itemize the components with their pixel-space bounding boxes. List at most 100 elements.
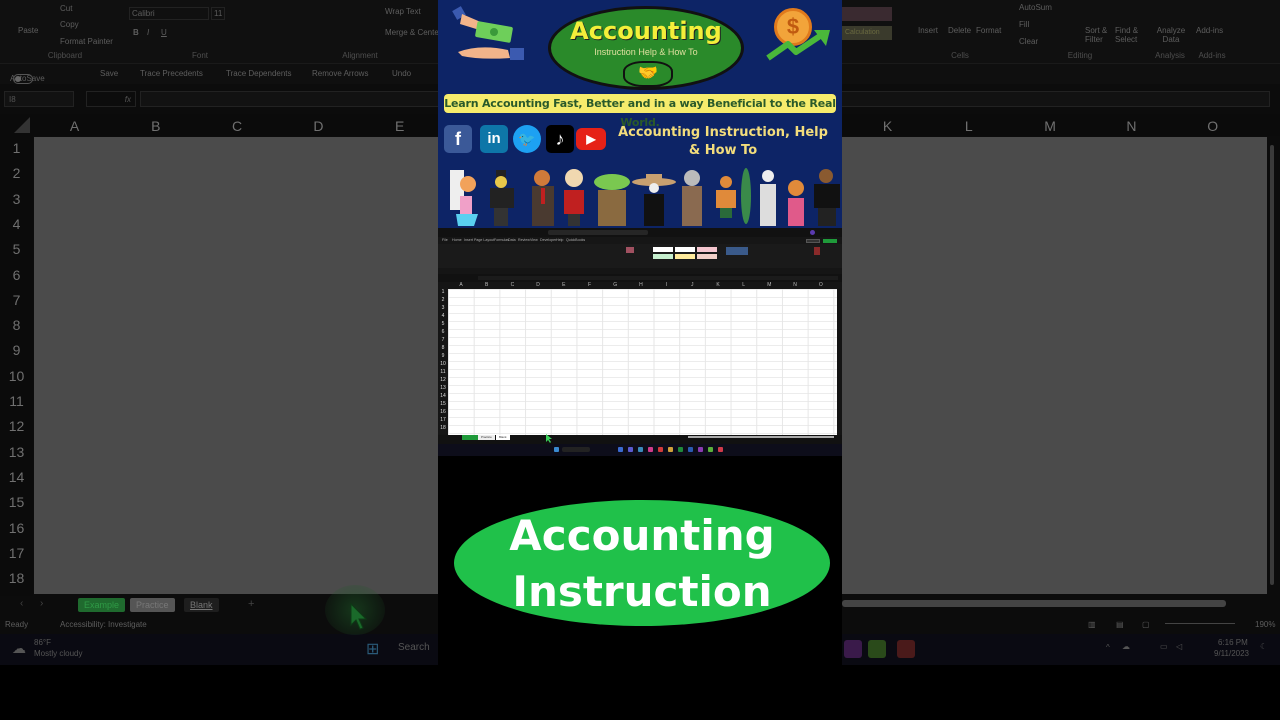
mini-row-header-15[interactable]: 15 [438, 401, 448, 407]
mini-column-header-b[interactable]: B [474, 282, 500, 288]
windows-start-icon[interactable]: ⊞ [366, 639, 379, 659]
row-header-8[interactable]: 8 [0, 317, 33, 333]
mini-column-header-k[interactable]: K [705, 282, 731, 288]
column-header-d[interactable]: D [278, 118, 359, 134]
format-button[interactable]: Format [976, 26, 1001, 35]
mini-style-calculation[interactable] [697, 254, 717, 259]
mini-row-header-17[interactable]: 17 [438, 417, 448, 423]
mini-menu-formulas[interactable]: Formulas [494, 238, 509, 242]
zoom-level[interactable]: 190% [1255, 620, 1275, 629]
row-header-11[interactable]: 11 [0, 393, 33, 409]
mini-row-header-5[interactable]: 5 [438, 321, 448, 327]
addins-button[interactable]: Add-ins [1196, 26, 1223, 35]
normal-view-icon[interactable]: ▥ [1088, 620, 1096, 629]
style-calculation-swatch[interactable]: Calculation [842, 26, 892, 40]
copy-button[interactable]: Copy [60, 20, 79, 29]
mini-column-header-l[interactable]: L [731, 282, 757, 288]
page-break-view-icon[interactable]: ▢ [1142, 620, 1150, 629]
tray-chevron-icon[interactable]: ^ [1106, 643, 1110, 652]
row-header-15[interactable]: 15 [0, 494, 33, 510]
mini-menu-home[interactable]: Home [452, 238, 462, 242]
tiktok-icon[interactable]: ♪ [546, 125, 574, 153]
twitter-icon[interactable]: 🐦 [513, 125, 541, 153]
delete-button[interactable]: Delete [948, 26, 971, 35]
accessibility-status[interactable]: Accessibility: Investigate [60, 620, 147, 629]
row-header-3[interactable]: 3 [0, 191, 33, 207]
mini-comments-button[interactable] [806, 239, 820, 243]
cut-button[interactable]: Cut [60, 4, 72, 13]
mini-style-bad[interactable] [697, 247, 717, 252]
mini-row-header-1[interactable]: 1 [438, 289, 448, 295]
select-all-corner[interactable] [14, 117, 30, 133]
mini-column-header-h[interactable]: H [628, 282, 654, 288]
mini-row-header-7[interactable]: 7 [438, 337, 448, 343]
mini-column-header-i[interactable]: I [654, 282, 680, 288]
clock-time[interactable]: 6:16 PM [1218, 638, 1248, 647]
mini-menu-data[interactable]: Data [508, 238, 516, 242]
mini-menu-view[interactable]: View [530, 238, 538, 242]
mini-menu-quickbooks[interactable]: QuickBooks [566, 238, 585, 242]
mini-horizontal-scrollbar[interactable] [688, 436, 834, 438]
page-layout-view-icon[interactable]: ▤ [1116, 620, 1124, 629]
column-header-k[interactable]: K [847, 118, 928, 134]
mini-row-header-16[interactable]: 16 [438, 409, 448, 415]
sort-filter-button[interactable]: Sort & Filter [1085, 26, 1113, 44]
camtasia-green-app-icon[interactable] [868, 640, 886, 658]
undo-button[interactable]: Undo [392, 69, 411, 78]
mini-style-neutral[interactable] [675, 254, 695, 259]
clock-date[interactable]: 9/11/2023 [1214, 649, 1249, 658]
mini-onenote-icon[interactable] [698, 447, 703, 452]
format-painter-button[interactable]: Format Painter [60, 37, 113, 46]
mini-formula-input[interactable] [478, 276, 838, 280]
mini-column-header-m[interactable]: M [756, 282, 782, 288]
row-header-10[interactable]: 10 [0, 368, 33, 384]
mini-app-icon-5[interactable] [658, 447, 663, 452]
zoom-slider[interactable] [1165, 623, 1235, 624]
mini-menu-developer[interactable]: Developer [540, 238, 556, 242]
wrap-text-button[interactable]: Wrap Text [385, 7, 421, 16]
mini-column-header-j[interactable]: J [679, 282, 705, 288]
column-header-o[interactable]: O [1172, 118, 1253, 134]
mini-app-icon-4[interactable] [648, 447, 653, 452]
row-header-9[interactable]: 9 [0, 342, 33, 358]
name-box[interactable]: I8 [4, 91, 74, 107]
mini-excel-icon[interactable] [678, 447, 683, 452]
mini-row-header-2[interactable]: 2 [438, 297, 448, 303]
trace-precedents-button[interactable]: Trace Precedents [140, 69, 203, 78]
find-select-button[interactable]: Find & Select [1115, 26, 1145, 44]
mini-camtasia-red-icon[interactable] [718, 447, 723, 452]
save-button[interactable]: Save [100, 69, 118, 78]
mini-share-button[interactable] [823, 239, 837, 243]
row-header-6[interactable]: 6 [0, 267, 33, 283]
mini-app-icon-2[interactable] [628, 447, 633, 452]
mini-column-header-g[interactable]: G [602, 282, 628, 288]
autosave-toggle[interactable] [13, 74, 33, 84]
sheet-tab-practice[interactable]: Practice [130, 598, 175, 612]
horizontal-scrollbar[interactable] [842, 600, 1226, 607]
mini-row-header-4[interactable]: 4 [438, 313, 448, 319]
onenote-app-icon[interactable] [844, 640, 862, 658]
mini-row-header-13[interactable]: 13 [438, 385, 448, 391]
mini-start-icon[interactable] [554, 447, 559, 452]
add-sheet-button[interactable]: + [248, 598, 254, 610]
mini-menu-file[interactable]: File [442, 238, 448, 242]
column-header-b[interactable]: B [115, 118, 196, 134]
mini-cells-buttons[interactable] [726, 247, 748, 255]
mini-column-header-d[interactable]: D [525, 282, 551, 288]
fill-button[interactable]: Fill [1019, 20, 1029, 29]
next-sheet-arrow-icon[interactable]: › [40, 598, 43, 609]
mini-row-header-11[interactable]: 11 [438, 369, 448, 375]
merge-center-button[interactable]: Merge & Center [385, 28, 441, 37]
mini-worksheet-grid[interactable] [448, 289, 837, 435]
row-header-14[interactable]: 14 [0, 469, 33, 485]
mini-column-header-o[interactable]: O [808, 282, 834, 288]
mini-menu-review[interactable]: Review [518, 238, 530, 242]
mini-column-header-f[interactable]: F [577, 282, 603, 288]
autosum-button[interactable]: AutoSum [1019, 3, 1052, 12]
font-size-select[interactable]: 11 [211, 7, 226, 20]
taskbar-search[interactable]: Search [398, 642, 430, 653]
vertical-scrollbar[interactable] [1268, 137, 1276, 594]
mini-column-header-n[interactable]: N [782, 282, 808, 288]
mini-word-icon[interactable] [688, 447, 693, 452]
mini-row-header-3[interactable]: 3 [438, 305, 448, 311]
